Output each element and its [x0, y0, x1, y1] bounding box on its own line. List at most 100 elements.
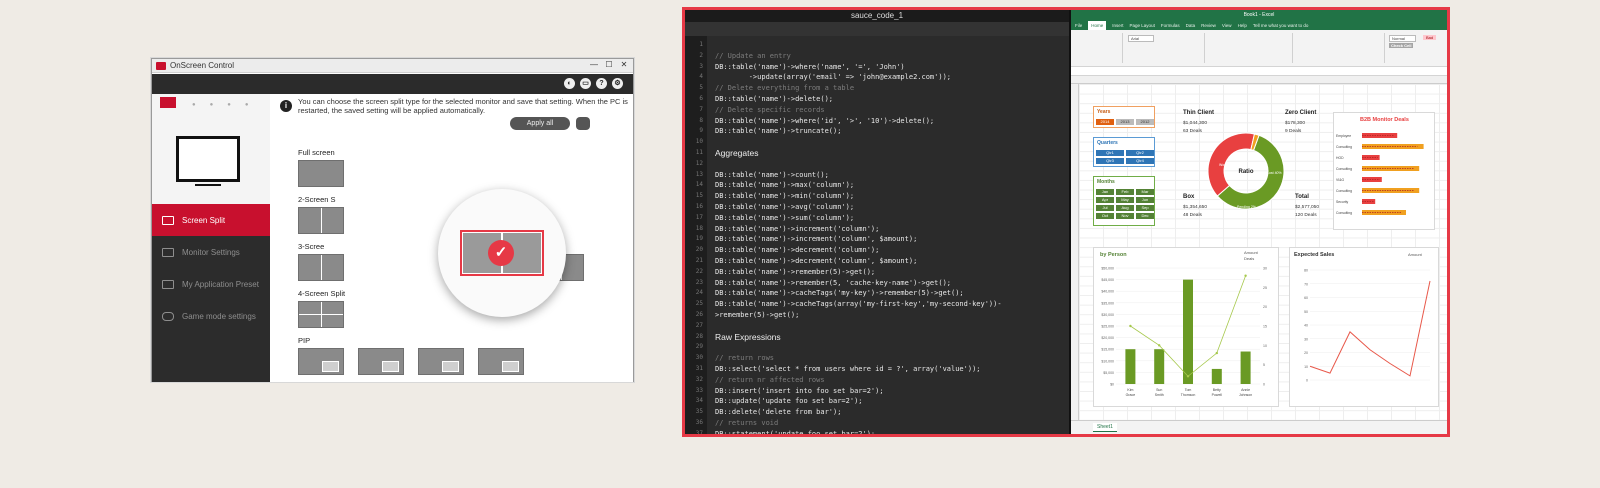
y-tick-label: $10,000 — [1101, 359, 1114, 363]
layout-3-screen-a[interactable] — [298, 254, 344, 281]
code-text: DB::table('name')->count(); — [715, 170, 829, 179]
x-tick-label: Sun — [1156, 388, 1162, 392]
sheet-tab-sheet1[interactable]: Sheet1 — [1093, 423, 1117, 432]
qtr4[interactable]: Qtr4 — [1126, 158, 1154, 164]
layout-pip-d[interactable] — [478, 348, 524, 375]
layout-full-screen[interactable] — [298, 160, 344, 187]
code-line: 7 // Delete specific records — [685, 105, 1069, 116]
line-number: 1 — [699, 41, 703, 48]
code-line: 28 Raw Expressions — [685, 332, 1069, 343]
tab-formulas[interactable]: Formulas — [1161, 21, 1180, 30]
code-line: 10 — [685, 137, 1069, 148]
month-mar[interactable]: Mar — [1136, 189, 1154, 195]
year-2012[interactable]: 2012 — [1136, 119, 1154, 125]
legend-deals: Deals — [1244, 256, 1255, 261]
tab-insert[interactable]: Insert — [1112, 21, 1123, 30]
number-group[interactable] — [1295, 33, 1385, 63]
code-line: 18 DB::table('name')->increment('column')… — [685, 224, 1069, 235]
excel-window: Book1 - Excel File Home Insert Page Layo… — [1069, 10, 1447, 434]
qtr1[interactable]: Qtr1 — [1096, 150, 1124, 156]
style-bad[interactable]: Bad — [1423, 35, 1437, 40]
code-text: // return nr affected rows — [715, 375, 825, 384]
months-slicer-title: Months — [1097, 179, 1115, 185]
month-jun[interactable]: Jun — [1136, 197, 1154, 203]
code-text: DB::table('name')->cacheTags(array('my-f… — [715, 300, 1002, 309]
sidebar-item-screen-split[interactable]: Screen Split — [152, 204, 270, 236]
month-aug[interactable]: Aug — [1116, 205, 1134, 211]
layout-4-screen[interactable] — [298, 301, 344, 328]
formula-bar[interactable] — [1071, 67, 1447, 76]
style-check-cell[interactable]: Check Cell — [1389, 43, 1414, 48]
apply-all-button[interactable]: Apply all — [510, 117, 570, 130]
month-oct[interactable]: Oct — [1096, 213, 1114, 219]
monitor-select-icon[interactable]: ◐ — [564, 78, 575, 89]
sidebar-item-monitor-settings[interactable]: Monitor Settings — [152, 236, 270, 268]
y-tick-label: $0 — [1110, 383, 1114, 387]
y2-tick-label: 0 — [1263, 383, 1265, 387]
line-number: 33 — [695, 386, 703, 394]
qtr2[interactable]: Qtr2 — [1126, 150, 1154, 156]
layout-pip-c[interactable] — [418, 348, 464, 375]
tab-help[interactable]: Help — [1238, 21, 1247, 30]
y2-tick-label: 30 — [1263, 267, 1267, 271]
layout-pip-b[interactable] — [358, 348, 404, 375]
box-deals: 48 Deals — [1183, 213, 1202, 218]
style-normal[interactable]: Normal — [1389, 35, 1416, 42]
tab-page-layout[interactable]: Page Layout — [1130, 21, 1155, 30]
layout-2-screen-a[interactable] — [298, 207, 344, 234]
expected-sales-chart: 0 10 20 30 40 50 60 70 80 — [1304, 269, 1431, 383]
sidebar-item-label: Game mode settings — [182, 311, 256, 321]
styles-group[interactable]: Normal Bad Check Cell — [1387, 33, 1447, 63]
month-apr[interactable]: Apr — [1096, 197, 1114, 203]
years-slicer-title: Years — [1097, 109, 1111, 115]
year-2013[interactable]: 2013 — [1116, 119, 1134, 125]
line-number: 5 — [699, 84, 703, 92]
alignment-group[interactable] — [1207, 33, 1293, 63]
tab-data[interactable]: Data — [1186, 21, 1196, 30]
code-text: DB::table('name')->min('column'); — [715, 192, 855, 201]
font-group[interactable]: Arial — [1125, 33, 1205, 63]
thin-client-deals: 63 Deals — [1183, 129, 1202, 134]
help-icon[interactable]: ? — [596, 78, 607, 89]
month-jul[interactable]: Jul — [1096, 205, 1114, 211]
sidebar-item-game-mode[interactable]: Game mode settings — [152, 300, 270, 332]
month-may[interactable]: May — [1116, 197, 1134, 203]
app-preset-icon — [162, 279, 174, 289]
close-button[interactable]: ✕ — [617, 59, 631, 71]
window-titlebar[interactable]: OnScreen Control — ☐ ✕ — [152, 59, 633, 73]
font-name-box[interactable]: Arial — [1128, 35, 1155, 42]
display-icon[interactable]: ▭ — [580, 78, 591, 89]
clipboard-group[interactable] — [1073, 33, 1123, 63]
sidebar-item-app-preset[interactable]: My Application Preset — [152, 268, 270, 300]
monitor-panel: ●●●● — [152, 94, 270, 204]
code-line: 13 DB::table('name')->count(); — [685, 170, 1069, 181]
tab-view[interactable]: View — [1222, 21, 1232, 30]
year-2014[interactable]: 2014 — [1096, 119, 1114, 125]
minimize-button[interactable]: — — [587, 59, 601, 71]
x-tick-label: Powell — [1212, 393, 1223, 397]
month-jan[interactable]: Jan — [1096, 189, 1114, 195]
amount-bar — [1125, 349, 1136, 384]
line-number: 4 — [699, 73, 703, 81]
tab-review[interactable]: Review — [1201, 21, 1216, 30]
month-feb[interactable]: Feb — [1116, 189, 1134, 195]
month-nov[interactable]: Nov — [1116, 213, 1134, 219]
code-line: 8 DB::table('name')->where('id', '>', '10… — [685, 116, 1069, 127]
line-number: 22 — [695, 267, 703, 275]
layout-pip-a[interactable] — [298, 348, 344, 375]
apply-options-icon[interactable] — [576, 117, 590, 130]
line-number: 6 — [699, 94, 703, 102]
tab-home[interactable]: Home — [1088, 21, 1107, 30]
month-dec[interactable]: Dec — [1136, 213, 1154, 219]
maximize-button[interactable]: ☐ — [602, 59, 616, 71]
tab-file[interactable]: File — [1075, 21, 1082, 30]
line-number: 20 — [695, 246, 703, 254]
month-sep[interactable]: Sep — [1136, 205, 1154, 211]
line-number: 14 — [695, 181, 703, 189]
qtr3[interactable]: Qtr3 — [1096, 158, 1124, 164]
tell-me-search[interactable]: Tell me what you want to do — [1253, 21, 1309, 30]
worksheet[interactable]: Years 2014 2013 2012 Quarters Qtr1 Qtr2 … — [1079, 84, 1447, 420]
column-headers — [1071, 76, 1447, 84]
code-lines[interactable]: 1 2// Update an entry 3 DB::table('name')->… — [685, 40, 1069, 434]
gear-icon[interactable]: ⚙ — [612, 78, 623, 89]
